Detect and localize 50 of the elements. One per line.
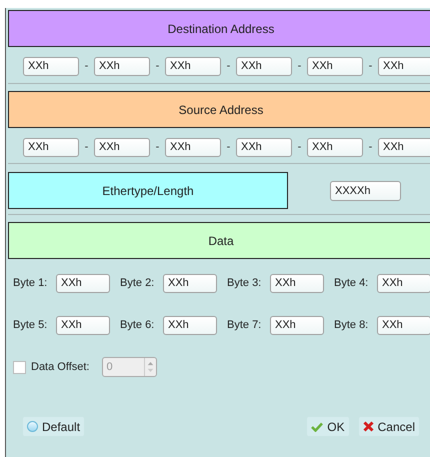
separator: -	[296, 140, 302, 155]
separator: -	[154, 58, 160, 74]
default-button[interactable]: Default	[23, 417, 84, 436]
separator: -	[368, 58, 374, 74]
address-field[interactable]: XXh	[236, 56, 292, 76]
address-field[interactable]: XXh	[94, 56, 150, 76]
separator: -	[296, 58, 302, 74]
byte-label: Byte 4:	[334, 276, 370, 291]
address-field[interactable]: XXh	[23, 56, 79, 76]
separator: -	[154, 140, 160, 155]
byte-field[interactable]: XXh	[163, 274, 217, 292]
section-header: Data	[8, 222, 430, 259]
byte-label: Byte 1:	[13, 276, 48, 291]
section-header: Destination Address	[8, 10, 430, 47]
address-field[interactable]: XXh	[236, 138, 292, 156]
address-field[interactable]: XXh	[307, 56, 363, 76]
radio-icon	[27, 421, 38, 432]
byte-field[interactable]: XXh	[56, 316, 110, 334]
ok-button[interactable]: OK	[307, 417, 349, 436]
data-offset-label: Data Offset:	[31, 360, 90, 375]
byte-label: Byte 7:	[227, 318, 262, 333]
byte-label: Byte 2:	[120, 276, 156, 291]
separator: -	[84, 140, 90, 155]
section-header: Ethertype/Length	[8, 172, 288, 209]
byte-field[interactable]: XXh	[377, 316, 430, 334]
byte-field[interactable]: XXh	[56, 274, 110, 292]
address-field[interactable]: XXh	[165, 56, 221, 76]
byte-field[interactable]: XXh	[270, 316, 324, 334]
separator: -	[226, 140, 232, 155]
byte-label: Byte 5:	[13, 318, 48, 333]
separator: -	[226, 58, 232, 74]
address-field[interactable]: XXh	[23, 138, 79, 156]
section-header: Source Address	[8, 91, 430, 128]
byte-label: Byte 3:	[227, 276, 262, 291]
byte-label: Byte 8:	[334, 318, 370, 333]
checkmark-icon	[311, 422, 324, 432]
address-field[interactable]: XXh	[165, 138, 221, 156]
address-field[interactable]: XXh	[378, 56, 430, 76]
byte-field[interactable]: XXh	[270, 274, 324, 292]
close-icon	[362, 421, 374, 432]
byte-field[interactable]: XXh	[163, 316, 217, 334]
separator: -	[84, 58, 90, 74]
address-field[interactable]: XXh	[307, 138, 363, 156]
ethertype-field[interactable]: XXXXh	[330, 180, 401, 200]
byte-field[interactable]: XXh	[377, 274, 430, 292]
cancel-button[interactable]: Cancel	[358, 417, 419, 436]
byte-label: Byte 6:	[120, 318, 156, 333]
address-field[interactable]: XXh	[94, 138, 150, 156]
address-field[interactable]: XXh	[378, 138, 430, 156]
separator: -	[368, 140, 374, 155]
